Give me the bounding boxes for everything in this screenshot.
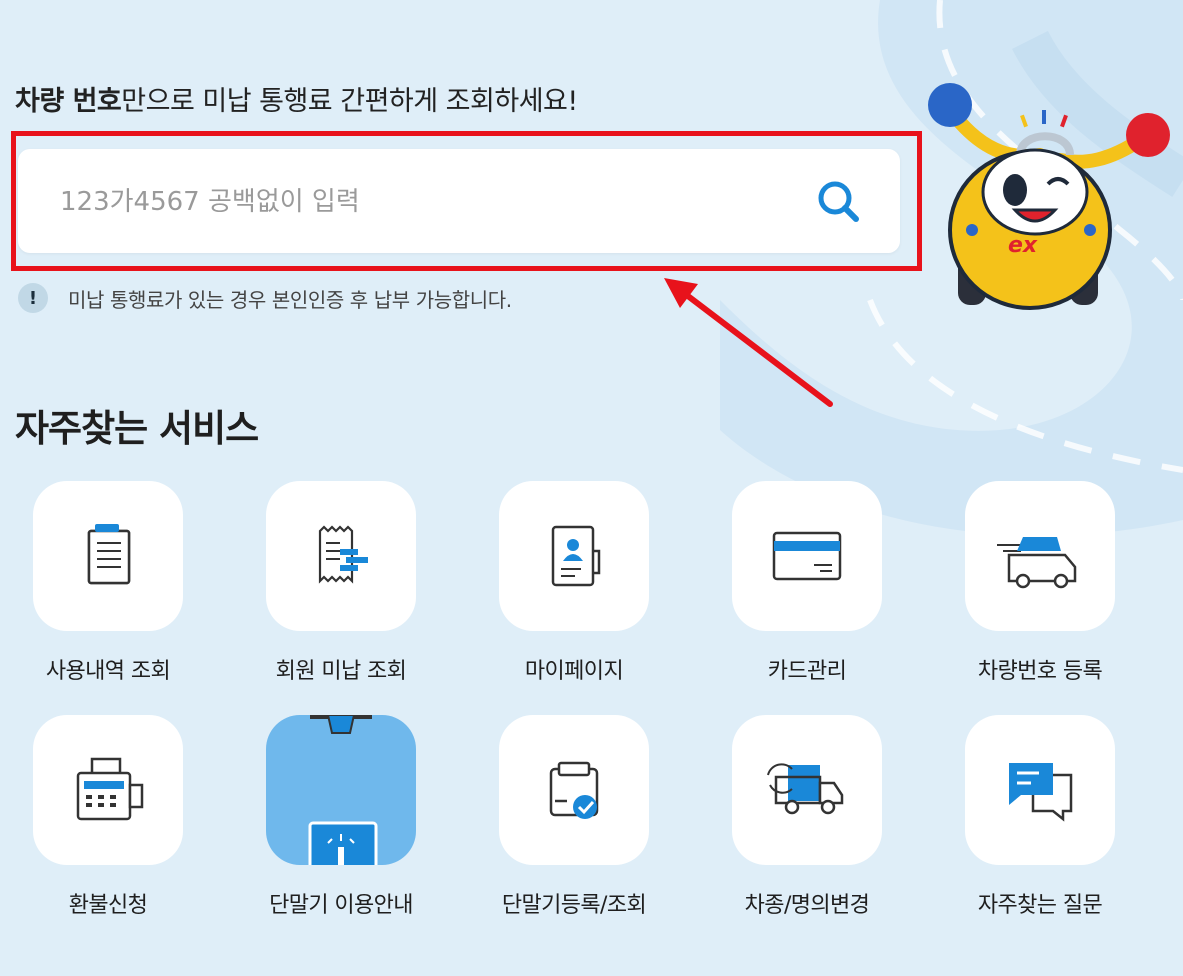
- receipt-icon: [318, 525, 368, 584]
- service-label: 마이페이지: [524, 659, 624, 684]
- headline-rest: 만으로 미납 통행료 간편하게 조회하세요!: [121, 86, 578, 117]
- service-tile[interactable]: [266, 715, 416, 865]
- exclamation-icon: !: [18, 283, 48, 313]
- service-tile[interactable]: [499, 481, 649, 631]
- service-tile[interactable]: [732, 715, 882, 865]
- payment-notice: ! 미납 통행료가 있는 경우 본인인증 후 납부 가능합니다.: [18, 283, 512, 313]
- service-label: 자주찾는 질문: [977, 893, 1103, 918]
- car-register-icon: [997, 537, 1077, 589]
- search-headline: 차량 번호만으로 미납 통행료 간편하게 조회하세요!: [15, 80, 578, 124]
- service-terminal-register[interactable]: 단말기등록/조회: [469, 715, 679, 919]
- clipboard-check-icon: [549, 761, 599, 819]
- service-usage-history[interactable]: 사용내역 조회: [3, 481, 213, 685]
- mascot-logo: ex: [1008, 233, 1038, 258]
- service-vehicle-change[interactable]: 차종/명의변경: [702, 715, 912, 919]
- chat-bubble-icon: [1009, 763, 1073, 822]
- service-tile[interactable]: [965, 481, 1115, 631]
- service-label: 차량번호 등록: [977, 659, 1103, 684]
- annotation-arrow-icon: [664, 278, 833, 407]
- terminal-guide-icon: [308, 715, 378, 865]
- service-tile[interactable]: [33, 481, 183, 631]
- service-vehicle-register[interactable]: 차량번호 등록: [935, 481, 1145, 685]
- truck-change-icon: [767, 763, 844, 815]
- service-tile[interactable]: [33, 715, 183, 865]
- service-label: 카드관리: [767, 659, 847, 684]
- service-terminal-guide[interactable]: 단말기 이용안내: [236, 715, 446, 919]
- service-tile[interactable]: [266, 481, 416, 631]
- document-list-icon: [87, 524, 131, 585]
- fax-machine-icon: [76, 757, 144, 821]
- credit-card-icon: [772, 531, 842, 581]
- service-mypage[interactable]: 마이페이지: [469, 481, 679, 685]
- annotation-highlight-box: [11, 131, 922, 271]
- service-tile[interactable]: [965, 715, 1115, 865]
- service-faq[interactable]: 자주찾는 질문: [935, 715, 1145, 919]
- headline-strong: 차량 번호: [15, 86, 122, 117]
- mascot-car-illustration: ex: [928, 83, 1170, 310]
- notice-text: 미납 통행료가 있는 경우 본인인증 후 납부 가능합니다.: [68, 287, 512, 312]
- profile-card-icon: [551, 525, 601, 587]
- service-tile[interactable]: [732, 481, 882, 631]
- service-label: 회원 미납 조회: [275, 659, 407, 684]
- frequent-services-title: 자주찾는 서비스: [15, 407, 259, 450]
- service-label: 환불신청: [68, 893, 148, 918]
- service-refund[interactable]: 환불신청: [3, 715, 213, 919]
- service-label: 사용내역 조회: [45, 659, 171, 684]
- service-member-unpaid[interactable]: 회원 미납 조회: [236, 481, 446, 685]
- service-label: 차종/명의변경: [744, 893, 870, 918]
- service-card-manage[interactable]: 카드관리: [702, 481, 912, 685]
- service-label: 단말기 이용안내: [269, 893, 413, 918]
- service-label: 단말기등록/조회: [501, 893, 647, 918]
- service-tile[interactable]: [499, 715, 649, 865]
